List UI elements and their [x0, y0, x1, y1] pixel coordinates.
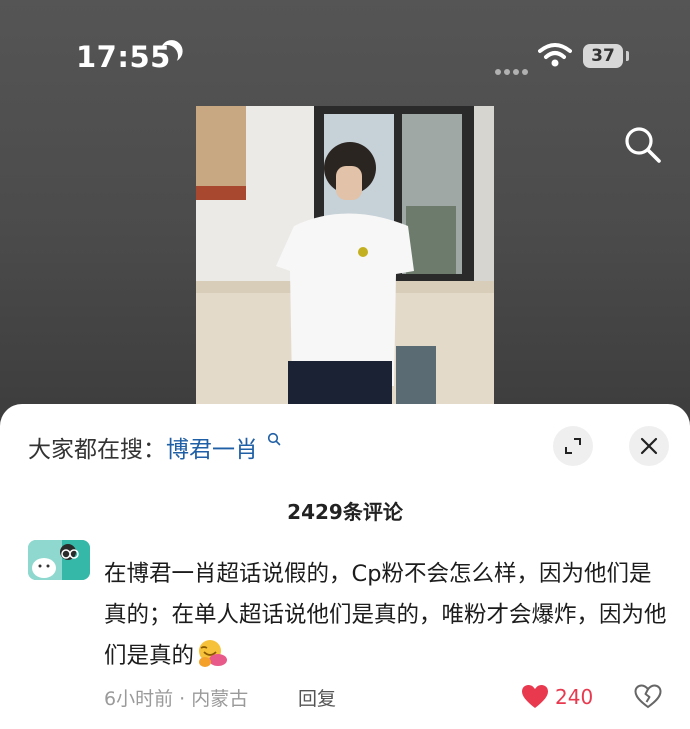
broken-heart-icon[interactable]	[634, 684, 662, 709]
close-icon	[640, 437, 658, 455]
expand-button[interactable]	[553, 426, 593, 466]
like-count: 240	[555, 684, 594, 709]
comment-body: 在博君一肖超话说假的，Cp粉不会怎么样，因为他们是真的；在单人超话说他们是真的，…	[104, 561, 667, 669]
expand-icon	[565, 438, 581, 454]
search-icon[interactable]	[622, 124, 664, 166]
trending-search-icon	[268, 432, 281, 446]
comment-count: 2429条评论	[287, 500, 403, 524]
heart-icon	[522, 685, 548, 708]
avatar[interactable]	[28, 540, 90, 580]
comment-text: 在博君一肖超话说假的，Cp粉不会怎么样，因为他们是真的；在单人超话说他们是真的，…	[104, 554, 670, 677]
reply-button[interactable]: 回复	[298, 684, 336, 711]
trending-search[interactable]: 大家都在搜：博君一肖	[28, 430, 281, 464]
like-button[interactable]: 240	[521, 684, 593, 709]
battery-icon: 37	[583, 44, 623, 68]
hug-emoji-icon	[199, 640, 228, 667]
comment-meta: 6小时前 · 内蒙古	[104, 688, 249, 710]
signal-icon	[495, 60, 531, 79]
trending-keyword[interactable]: 博君一肖	[166, 437, 258, 463]
wifi-icon	[538, 43, 572, 67]
comment-sheet: 大家都在搜：博君一肖 2429条评论 在博君一肖超话说假的，Cp粉不会怎么样，因…	[0, 404, 690, 729]
close-button[interactable]	[629, 426, 669, 466]
battery-tip	[626, 51, 629, 61]
post-photo[interactable]	[196, 106, 494, 408]
status-bar: 17:55 37	[0, 0, 690, 110]
trending-prefix: 大家都在搜：	[28, 437, 166, 463]
